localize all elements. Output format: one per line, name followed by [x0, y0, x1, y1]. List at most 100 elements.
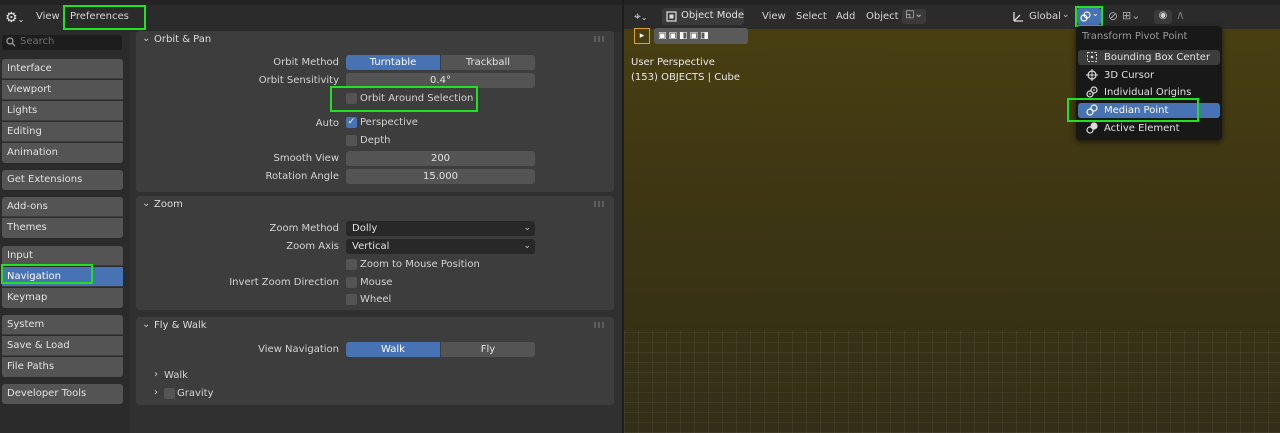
chevron-right-icon[interactable]: ›: [154, 369, 158, 380]
sidebar-item-editing[interactable]: Editing: [2, 122, 123, 142]
view-navigation-fly[interactable]: Fly: [441, 342, 535, 357]
label-zoom-method: Zoom Method: [269, 223, 339, 234]
panel-header-fly-walk[interactable]: ⌄ Fly & Walk: [136, 317, 614, 335]
object-mode-dropdown[interactable]: Object Mode: [662, 8, 744, 25]
drag-grip-icon[interactable]: [594, 36, 604, 42]
menu-view[interactable]: View: [762, 11, 786, 22]
panel-title: Zoom: [154, 199, 183, 210]
orbit-sensitivity-field[interactable]: 0.4°: [346, 73, 535, 88]
zoom-method-dropdown[interactable]: Dolly ⌄: [346, 221, 535, 236]
sidebar-item-animation[interactable]: Animation: [2, 143, 123, 163]
preferences-header: ⚙⌄ View Preferences: [0, 5, 622, 32]
menu-preferences[interactable]: Preferences: [70, 11, 129, 22]
chevron-down-icon: ⌄: [523, 241, 531, 251]
panel-title: Orbit & Pan: [154, 34, 212, 45]
label-orbit-method: Orbit Method: [273, 57, 339, 68]
pivot-bounding-box-center[interactable]: Bounding Box Center: [1078, 50, 1220, 65]
sidebar-item-get-extensions[interactable]: Get Extensions: [2, 170, 123, 190]
menu-add[interactable]: Add: [836, 11, 855, 22]
proportional-edit-icon[interactable]: ◉: [1154, 10, 1172, 24]
orientation-dropdown[interactable]: Global: [1029, 11, 1061, 22]
sidebar-item-system[interactable]: System: [2, 315, 123, 335]
sidebar-item-viewport[interactable]: Viewport: [2, 80, 123, 100]
sidebar-item-file-paths[interactable]: File Paths: [2, 357, 123, 377]
gravity-checkbox[interactable]: [164, 388, 175, 399]
panel-zoom: ⌄ Zoom Zoom Method Dolly ⌄ Zoom Axis Ver…: [136, 196, 614, 310]
label-mouse: Mouse: [360, 277, 393, 288]
drag-grip-icon[interactable]: [594, 201, 604, 207]
preferences-sidebar: Search Interface Viewport Lights Editing…: [0, 32, 130, 433]
label-invert-zoom: Invert Zoom Direction: [229, 277, 339, 288]
view-navigation-walk[interactable]: Walk: [346, 342, 440, 357]
label-orbit-sensitivity: Orbit Sensitivity: [258, 75, 339, 86]
zoom-axis-dropdown[interactable]: Vertical ⌄: [346, 239, 535, 254]
zoom-to-mouse-checkbox[interactable]: [346, 259, 357, 270]
panel-header-zoom[interactable]: ⌄ Zoom: [136, 196, 614, 214]
orbit-around-selection-checkbox[interactable]: [346, 93, 357, 104]
panel-title: Fly & Walk: [154, 320, 207, 331]
object-mode-icon: [666, 11, 677, 22]
median-point-icon: [1080, 11, 1091, 22]
search-icon: [6, 37, 16, 47]
transform-orientation-icon: [1013, 12, 1023, 22]
pivot-point-button[interactable]: ⌄: [1077, 8, 1101, 25]
menu-view[interactable]: View: [36, 11, 60, 22]
menu-select[interactable]: Select: [796, 11, 827, 22]
search-input[interactable]: Search: [2, 35, 122, 50]
snap-target-icon[interactable]: ⊞⌄: [1122, 9, 1140, 22]
select-mode-icons[interactable]: ▣▣◧▣◨: [654, 28, 748, 44]
chevron-down-icon: ⌄: [1092, 9, 1099, 18]
pivot-median-point[interactable]: Median Point: [1078, 103, 1220, 118]
orbit-method-turntable[interactable]: Turntable: [346, 55, 440, 70]
pivot-individual-origins[interactable]: Individual Origins: [1078, 85, 1220, 100]
preferences-content: ⌄ Orbit & Pan Orbit Method Turntable Tra…: [130, 31, 622, 433]
active-element-icon: [1086, 122, 1098, 134]
editor-type-icon[interactable]: ⌖⌄: [634, 9, 647, 24]
subpanel-walk[interactable]: Walk: [164, 370, 188, 381]
preferences-window: ⚙⌄ View Preferences Search Interface Vie…: [0, 0, 622, 433]
chevron-down-icon: ⌄: [142, 198, 151, 209]
sidebar-item-input[interactable]: Input: [2, 246, 123, 266]
sidebar-item-interface[interactable]: Interface: [2, 59, 123, 79]
sidebar-item-themes[interactable]: Themes: [2, 218, 123, 238]
search-placeholder: Search: [20, 36, 55, 47]
editor-type-gear-icon[interactable]: ⚙⌄: [5, 10, 27, 26]
sidebar-item-add-ons[interactable]: Add-ons: [2, 197, 123, 217]
invert-wheel-checkbox[interactable]: [346, 294, 357, 305]
label-auto: Auto: [315, 118, 339, 129]
label-zoom-axis: Zoom Axis: [286, 241, 339, 252]
menu-object[interactable]: Object: [866, 11, 899, 22]
sidebar-item-keymap[interactable]: Keymap: [2, 288, 123, 308]
panel-header-orbit-pan[interactable]: ⌄ Orbit & Pan: [136, 31, 614, 49]
falloff-icon[interactable]: ∧: [1176, 8, 1185, 22]
sidebar-item-save-load[interactable]: Save & Load: [2, 336, 123, 356]
invert-mouse-checkbox[interactable]: [346, 277, 357, 288]
zoom-method-value: Dolly: [352, 223, 378, 234]
chevron-down-icon[interactable]: ⌄: [1062, 10, 1070, 20]
bounding-box-icon: [1087, 52, 1097, 62]
transform-pivot-menu: Transform Pivot Point Bounding Box Cente…: [1076, 26, 1222, 140]
chevron-down-icon: ⌄: [142, 33, 151, 44]
shading-icon[interactable]: ◱⌄: [902, 9, 926, 24]
perspective-checkbox[interactable]: ✓: [346, 117, 357, 128]
snap-icon[interactable]: ⊘: [1108, 9, 1118, 23]
subpanel-gravity[interactable]: Gravity: [177, 388, 214, 399]
depth-checkbox[interactable]: [346, 135, 357, 146]
median-point-icon: [1086, 104, 1098, 116]
label-rotation-angle: Rotation Angle: [265, 171, 339, 182]
rotation-angle-field[interactable]: 15.000: [346, 169, 535, 184]
floor-grid: [624, 330, 1280, 433]
smooth-view-field[interactable]: 200: [346, 151, 535, 166]
chevron-right-icon[interactable]: ›: [154, 387, 158, 398]
individual-origins-icon: [1086, 86, 1098, 98]
drag-grip-icon[interactable]: [594, 322, 604, 328]
label-perspective: Perspective: [360, 117, 418, 128]
select-tool-icon[interactable]: ▸: [634, 28, 650, 44]
sidebar-item-navigation[interactable]: Navigation: [2, 267, 123, 287]
orbit-method-trackball[interactable]: Trackball: [441, 55, 535, 70]
sidebar-item-developer-tools[interactable]: Developer Tools: [2, 384, 123, 404]
pivot-active-element[interactable]: Active Element: [1078, 121, 1220, 136]
sidebar-item-lights[interactable]: Lights: [2, 101, 123, 121]
object-mode-label: Object Mode: [681, 10, 744, 21]
pivot-3d-cursor[interactable]: 3D Cursor: [1078, 68, 1220, 83]
